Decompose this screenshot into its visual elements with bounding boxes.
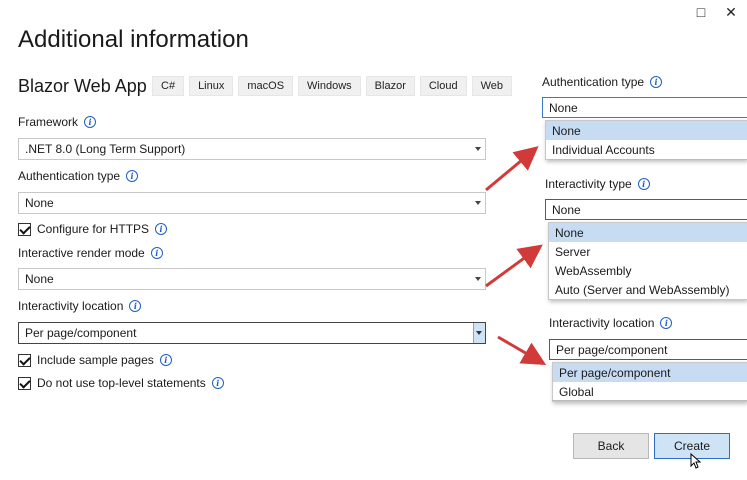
annotation-arrows (485, 146, 547, 366)
back-button[interactable]: Back (573, 433, 649, 459)
arrow-interactivity (485, 244, 543, 288)
arrow-auth (485, 146, 539, 192)
arrow-location (497, 335, 547, 366)
cursor-icon (690, 453, 702, 469)
